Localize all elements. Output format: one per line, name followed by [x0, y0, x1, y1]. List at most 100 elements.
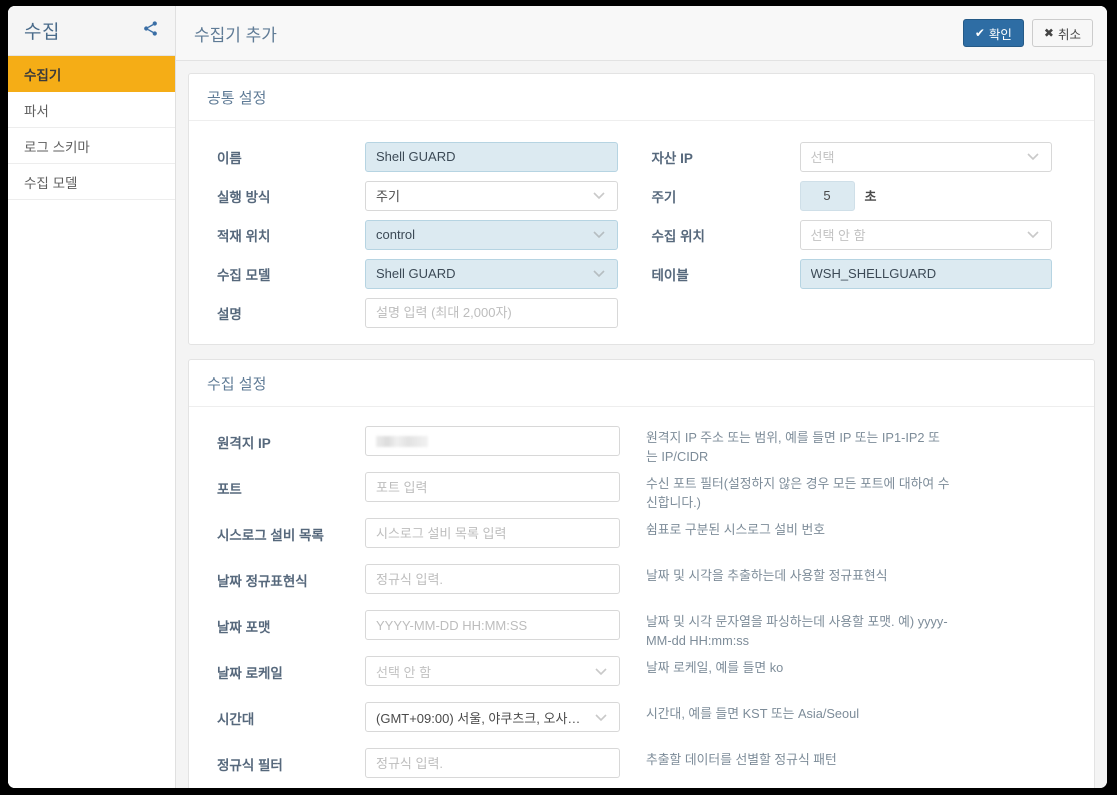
help-date-regex: 날짜 및 시각을 추출하는데 사용할 정규표현식	[646, 568, 888, 583]
sidebar-item-label: 수집기	[24, 67, 62, 83]
redacted-value	[376, 435, 428, 447]
label-table: 테이블	[651, 267, 689, 283]
label-asset-ip: 자산 IP	[651, 150, 693, 166]
run-mode-select[interactable]: 주기	[365, 180, 618, 211]
sidebar-title: 수집	[24, 22, 60, 43]
field-row-regex-filter: 정규식 필터 추출할 데이터를 선별할 정규식 패턴	[207, 745, 1076, 788]
date-locale-select[interactable]: 선택 안 함	[365, 656, 620, 686]
collect-settings-panel: 수집 설정 원격지 IP 원격지 IP 주소 또는 범위, 예를 들면 IP 또…	[188, 359, 1095, 788]
field-row-interval: 주기 초	[642, 176, 1077, 215]
collect-location-select[interactable]: 선택 안 함	[799, 219, 1052, 250]
collect-settings-title: 수집 설정	[189, 360, 1094, 407]
interval-input[interactable]	[799, 180, 855, 211]
date-locale-select-value: 선택 안 함	[376, 664, 432, 680]
timezone-select[interactable]: (GMT+09:00) 서울, 야쿠츠크, 오사카,...	[365, 702, 620, 732]
table-input[interactable]	[799, 258, 1052, 289]
sidebar-item-collector[interactable]: 수집기	[8, 56, 175, 92]
run-mode-select-value: 주기	[376, 189, 400, 204]
collect-model-select[interactable]: Shell GUARD	[365, 258, 618, 289]
chevron-down-icon	[1027, 149, 1041, 164]
chevron-down-icon	[592, 188, 607, 203]
label-run-mode: 실행 방식	[217, 189, 271, 205]
confirm-button-label: 확인	[988, 27, 1012, 42]
field-row-description: 설명	[207, 293, 642, 332]
field-row-load-location: 적재 위치 control	[207, 215, 642, 254]
collect-model-select-value: Shell GUARD	[376, 266, 456, 281]
common-settings-panel: 공통 설정 이름 실행 방식	[188, 73, 1095, 345]
label-interval: 주기	[651, 189, 677, 205]
sidebar-item-parser[interactable]: 파서	[8, 92, 175, 128]
description-input[interactable]	[365, 297, 618, 328]
port-input[interactable]	[365, 472, 620, 502]
label-syslog-facility-list: 시스로그 설비 목록	[217, 528, 324, 543]
field-row-collect-model: 수집 모델 Shell GUARD	[207, 254, 642, 293]
check-icon: ✔	[974, 26, 985, 40]
x-icon: ✖	[1043, 26, 1054, 40]
sidebar: 수집 수집기 파서 로그 스키마 수집 모델	[8, 6, 176, 788]
label-description: 설명	[217, 306, 242, 322]
field-row-port: 포트 수신 포트 필터(설정하지 않은 경우 모든 포트에 대하여 수신합니다.…	[207, 469, 1076, 515]
sidebar-item-label: 로그 스키마	[24, 139, 90, 155]
page-header: 수집기 추가 ✔ 확인 ✖ 취소	[176, 6, 1107, 61]
load-location-select[interactable]: control	[365, 219, 618, 250]
confirm-button[interactable]: ✔ 확인	[962, 19, 1024, 47]
timezone-select-value: (GMT+09:00) 서울, 야쿠츠크, 오사카,...	[376, 710, 589, 726]
share-icon[interactable]	[142, 20, 159, 42]
syslog-facility-list-input[interactable]	[365, 518, 620, 548]
sidebar-item-log-schema[interactable]: 로그 스키마	[8, 128, 175, 164]
name-input[interactable]	[365, 141, 618, 172]
sidebar-header: 수집	[8, 6, 175, 56]
label-collect-location: 수집 위치	[651, 228, 705, 244]
page-title: 수집기 추가	[194, 25, 277, 45]
common-settings-body: 이름 실행 방식 주기	[189, 121, 1094, 344]
sidebar-item-label: 수집 모델	[24, 175, 78, 191]
main-area: 수집기 추가 ✔ 확인 ✖ 취소 공통 설정 이름 Shell GUARD 실행…	[176, 6, 1107, 788]
regex-filter-input[interactable]	[365, 748, 620, 778]
field-row-table: 테이블	[642, 254, 1077, 293]
common-left-column: 이름 실행 방식 주기	[207, 137, 642, 332]
asset-ip-select[interactable]: 선택	[799, 141, 1052, 172]
label-date-format: 날짜 포맷	[217, 620, 271, 635]
field-row-name: 이름	[207, 137, 642, 176]
label-load-location: 적재 위치	[217, 228, 271, 244]
field-row-remote-ip: 원격지 IP 원격지 IP 주소 또는 범위, 예를 들면 IP 또는 IP1-…	[207, 423, 1076, 469]
interval-unit-label: 초	[864, 189, 877, 204]
common-right-column: 자산 IP 선택 주기 5 초 수집 위치 선택 안 함 테이블 WSH_SHE…	[642, 137, 1077, 332]
help-date-locale: 날짜 로케일, 예를 들면 ko	[646, 660, 784, 675]
field-row-date-format: 날짜 포맷 날짜 및 시각 문자열을 파싱하는데 사용할 포맷. 예) yyyy…	[207, 607, 1076, 653]
collect-settings-body: 원격지 IP 원격지 IP 주소 또는 범위, 예를 들면 IP 또는 IP1-…	[189, 407, 1094, 788]
date-regex-input[interactable]	[365, 564, 620, 594]
help-remote-ip: 원격지 IP 주소 또는 범위, 예를 들면 IP 또는 IP1-IP2 또는 …	[646, 430, 940, 465]
field-row-asset-ip: 자산 IP 선택	[642, 137, 1077, 176]
label-collect-model: 수집 모델	[217, 267, 271, 283]
field-row-syslog-facility-list: 시스로그 설비 목록 쉼표로 구분된 시스로그 설비 번호	[207, 515, 1076, 561]
help-port: 수신 포트 필터(설정하지 않은 경우 모든 포트에 대하여 수신합니다.)	[646, 476, 950, 511]
load-location-select-value: control	[376, 227, 416, 242]
label-name: 이름	[217, 150, 242, 166]
remote-ip-input[interactable]	[365, 426, 620, 456]
label-port: 포트	[217, 482, 242, 497]
date-format-input[interactable]	[365, 610, 620, 640]
collect-location-select-value: 선택 안 함	[810, 228, 866, 243]
app-window: 수집 수집기 파서 로그 스키마 수집 모델 수집기 추가 ✔ 확인 ✖ 취소 …	[8, 6, 1107, 788]
field-row-date-regex: 날짜 정규표현식 날짜 및 시각을 추출하는데 사용할 정규표현식	[207, 561, 1076, 607]
help-syslog-facility-list: 쉼표로 구분된 시스로그 설비 번호	[646, 522, 826, 537]
label-date-locale: 날짜 로케일	[217, 666, 283, 681]
label-remote-ip: 원격지 IP	[217, 436, 271, 451]
cancel-button-label: 취소	[1057, 27, 1081, 42]
common-settings-title: 공통 설정	[189, 74, 1094, 121]
sidebar-empty-area	[8, 200, 175, 788]
cancel-button[interactable]: ✖ 취소	[1031, 19, 1093, 47]
help-date-format: 날짜 및 시각 문자열을 파싱하는데 사용할 포맷. 예) yyyy-MM-dd…	[646, 614, 948, 649]
field-row-timezone: 시간대 (GMT+09:00) 서울, 야쿠츠크, 오사카,... 시간대, 예…	[207, 699, 1076, 745]
chevron-down-icon	[595, 664, 609, 679]
field-row-collect-location: 수집 위치 선택 안 함	[642, 215, 1077, 254]
label-timezone: 시간대	[217, 712, 255, 727]
chevron-down-icon	[592, 227, 607, 242]
sidebar-item-collect-model[interactable]: 수집 모델	[8, 164, 175, 200]
chevron-down-icon	[595, 710, 609, 725]
help-regex-filter: 추출할 데이터를 선별할 정규식 패턴	[646, 752, 837, 767]
chevron-down-icon	[1027, 227, 1041, 242]
field-row-run-mode: 실행 방식 주기	[207, 176, 642, 215]
help-timezone: 시간대, 예를 들면 KST 또는 Asia/Seoul	[646, 706, 860, 721]
